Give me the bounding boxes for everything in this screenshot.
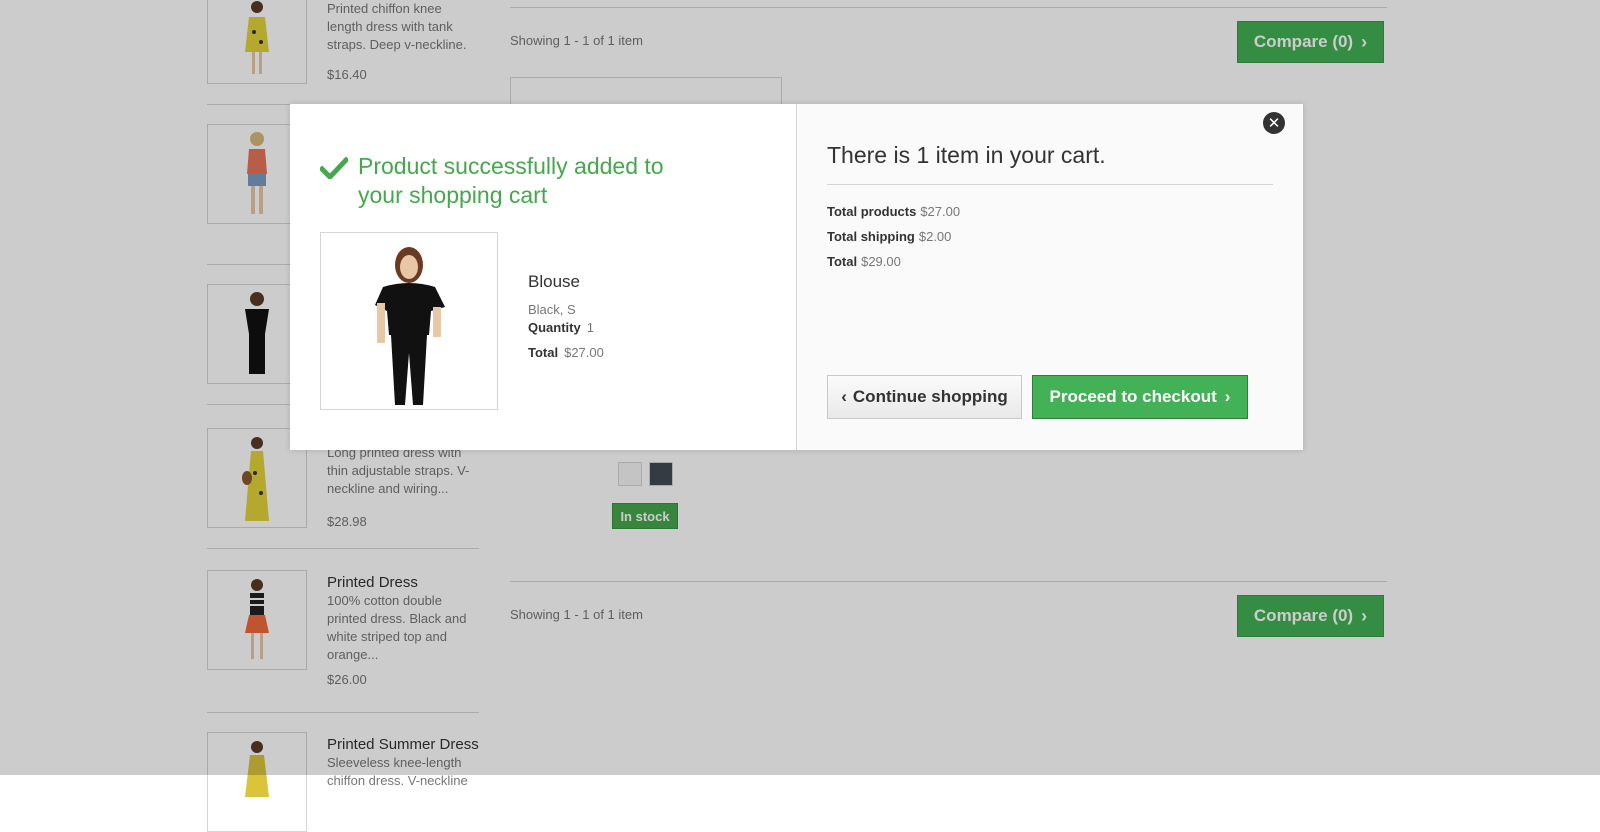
checkout-label: Proceed to checkout [1049,387,1217,406]
total-shipping-row: Total shipping $2.00 [827,229,951,244]
total-products-value: $27.00 [920,204,961,219]
continue-shopping-label: Continue shopping [852,387,1008,406]
cart-total-label: Total [827,254,858,269]
product-attributes: Black, S [528,302,576,317]
total-shipping-label: Total shipping [827,229,915,244]
proceed-to-checkout-button[interactable]: Proceed to checkout › [1032,375,1248,419]
cart-summary-panel: There is 1 item in your cart. Total prod… [797,104,1303,450]
cart-total-row: Total $29.00 [827,254,901,269]
continue-shopping-button[interactable]: ‹ Continue shopping [827,375,1022,419]
divider [827,184,1273,185]
product-total-row: Total $27.00 [528,345,604,360]
chevron-left-icon: ‹ [841,387,847,406]
chevron-right-icon: › [1224,387,1231,406]
product-name: Blouse [528,272,580,291]
total-value: $27.00 [564,345,604,360]
product-image [320,232,498,410]
success-message: Product successfully added to your shopp… [358,153,664,208]
total-shipping-value: $2.00 [918,229,952,244]
cart-summary-title: There is 1 item in your cart. [827,142,1106,168]
quantity-label: Quantity [528,320,581,335]
checkmark-icon [320,157,348,179]
quantity-row: Quantity 1 [528,320,594,335]
total-products-label: Total products [827,204,917,219]
added-product-panel: Product successfully added to your shopp… [290,104,797,450]
close-icon[interactable]: ✕ [1263,112,1285,134]
quantity-value: 1 [586,320,594,335]
add-to-cart-modal: Product successfully added to your shopp… [290,104,1303,450]
cart-total-value: $29.00 [861,254,901,269]
total-products-row: Total products $27.00 [827,204,960,219]
total-label: Total [528,345,559,360]
